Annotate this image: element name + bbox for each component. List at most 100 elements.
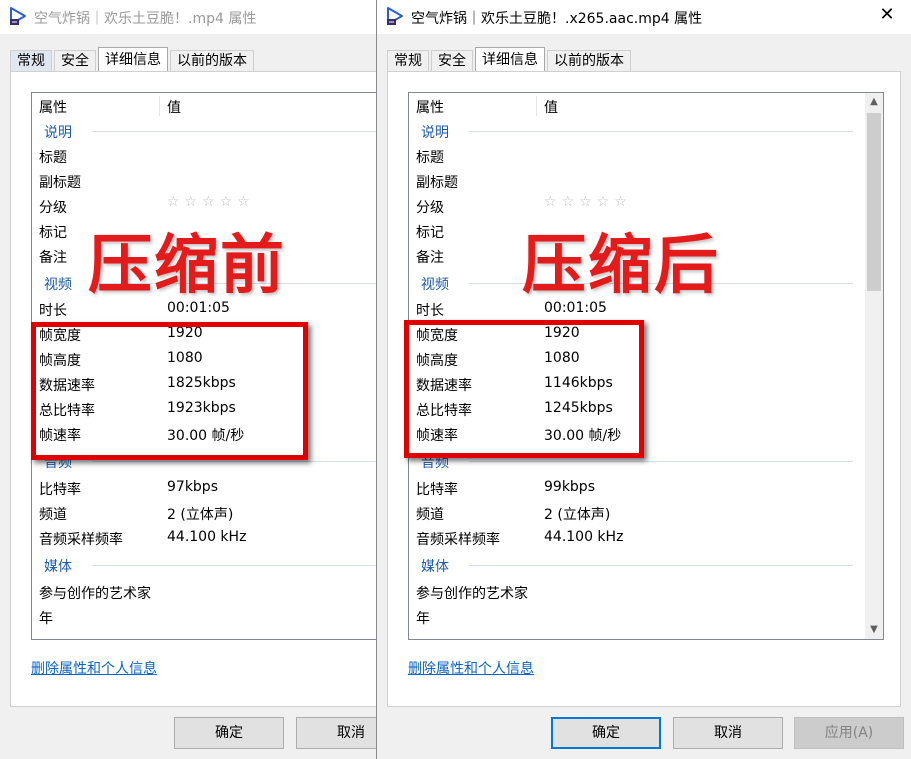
list-item[interactable]: 频道 2 (立体声) — [32, 501, 372, 526]
list-item[interactable]: 参与创作的艺术家 — [409, 580, 749, 605]
property-name: 备注 — [416, 250, 444, 266]
property-name: 备注 — [39, 250, 67, 266]
property-name: 标题 — [39, 150, 67, 166]
property-name: 音频采样频率 — [39, 532, 123, 548]
group-divider — [469, 461, 853, 462]
apply-button[interactable]: 应用(A) — [794, 717, 904, 749]
column-header-value[interactable]: 值 — [167, 97, 181, 117]
tab-details[interactable]: 详细信息 — [475, 47, 545, 73]
scroll-up-icon[interactable]: ▲ — [865, 93, 883, 111]
property-name: 分级 — [39, 200, 67, 216]
column-header-property[interactable]: 属性 — [39, 97, 67, 117]
property-name: 音频采样频率 — [416, 532, 500, 548]
group-divider — [92, 565, 376, 566]
highlight-box-before — [31, 322, 308, 460]
tab-strip: 常规 安全 详细信息 以前的版本 — [10, 46, 256, 73]
video-file-icon — [387, 7, 403, 25]
window-title: 空气炸锅｜欢乐土豆脆！.x265.aac.mp4 属性 — [411, 11, 703, 27]
list-item[interactable]: 副标题 — [32, 169, 372, 194]
group-label: 说明 — [44, 122, 76, 142]
property-name: 副标题 — [416, 175, 458, 191]
property-name: 标记 — [416, 225, 444, 241]
remove-properties-link[interactable]: 删除属性和个人信息 — [408, 658, 534, 678]
group-divider — [92, 461, 376, 462]
column-divider[interactable] — [159, 96, 160, 116]
tab-previous-versions[interactable]: 以前的版本 — [170, 50, 254, 72]
group-label: 媒体 — [421, 556, 453, 576]
group-description: 说明 — [32, 119, 376, 143]
property-value: 2 (立体声) — [544, 507, 611, 523]
rating-stars-icon[interactable]: ☆☆☆☆☆ — [167, 194, 255, 210]
property-name: 标题 — [416, 150, 444, 166]
list-item[interactable]: 标题 — [409, 144, 749, 169]
scroll-thumb[interactable] — [867, 113, 881, 291]
list-item[interactable]: 频道 2 (立体声) — [409, 501, 749, 526]
remove-properties-link[interactable]: 删除属性和个人信息 — [31, 658, 157, 678]
property-name: 年 — [416, 611, 430, 627]
property-value: 2 (立体声) — [167, 507, 234, 523]
property-name: 频道 — [39, 507, 67, 523]
group-label: 视频 — [421, 274, 453, 294]
tab-security[interactable]: 安全 — [431, 50, 473, 72]
highlight-box-after — [404, 320, 644, 458]
group-media: 媒体 — [32, 553, 376, 577]
property-name: 副标题 — [39, 175, 81, 191]
group-divider — [469, 131, 853, 132]
property-name: 时长 — [416, 303, 444, 319]
list-item[interactable]: 副标题 — [409, 169, 749, 194]
group-media: 媒体 — [409, 553, 883, 577]
list-item[interactable]: 比特率 97kbps — [32, 476, 372, 501]
overlay-label-before: 压缩前 — [88, 228, 286, 303]
column-header-property[interactable]: 属性 — [416, 97, 444, 117]
list-item[interactable]: 标题 — [32, 144, 372, 169]
property-name: 年 — [39, 611, 53, 627]
tab-strip: 常规 安全 详细信息 以前的版本 — [387, 46, 633, 73]
tab-details[interactable]: 详细信息 — [98, 47, 168, 73]
property-name: 时长 — [39, 303, 67, 319]
list-header: 属性 值 — [409, 93, 883, 117]
list-item[interactable]: 年 — [409, 605, 749, 630]
column-divider[interactable] — [536, 96, 537, 116]
cancel-button[interactable]: 取消 — [673, 717, 783, 749]
title-bar[interactable]: 空气炸锅｜欢乐土豆脆！.x265.aac.mp4 属性 ✕ — [377, 0, 911, 34]
property-name: 比特率 — [39, 482, 81, 498]
list-item[interactable]: 参与创作的艺术家 — [32, 580, 372, 605]
vertical-scrollbar[interactable]: ▲ ▼ — [865, 93, 883, 639]
tab-previous-versions[interactable]: 以前的版本 — [547, 50, 631, 72]
group-divider — [92, 131, 376, 132]
property-value: 44.100 kHz — [544, 529, 624, 545]
list-item[interactable]: 音频采样频率 44.100 kHz — [409, 526, 749, 551]
tab-security[interactable]: 安全 — [54, 50, 96, 72]
group-description: 说明 — [409, 119, 883, 143]
group-label: 视频 — [44, 274, 76, 294]
cancel-button[interactable]: 取消 — [296, 717, 376, 749]
scroll-down-icon[interactable]: ▼ — [865, 621, 883, 639]
title-bar[interactable]: 空气炸锅｜欢乐土豆脆！.mp4 属性 — [0, 0, 376, 34]
tab-general[interactable]: 常规 — [10, 50, 52, 72]
property-name: 参与创作的艺术家 — [416, 586, 528, 602]
property-name: 比特率 — [416, 482, 458, 498]
column-header-value[interactable]: 值 — [544, 97, 558, 117]
window-title: 空气炸锅｜欢乐土豆脆！.mp4 属性 — [34, 11, 257, 27]
property-name: 标记 — [39, 225, 67, 241]
list-item[interactable]: 音频采样频率 44.100 kHz — [32, 526, 372, 551]
property-name: 频道 — [416, 507, 444, 523]
property-name: 分级 — [416, 200, 444, 216]
ok-button[interactable]: 确定 — [174, 717, 284, 749]
tab-general[interactable]: 常规 — [387, 50, 429, 72]
video-file-icon — [10, 7, 26, 25]
group-label: 说明 — [421, 122, 453, 142]
list-item[interactable]: 年 — [32, 605, 372, 630]
overlay-label-after: 压缩后 — [522, 228, 720, 303]
rating-stars-icon[interactable]: ☆☆☆☆☆ — [544, 194, 632, 210]
group-label: 媒体 — [44, 556, 76, 576]
list-header: 属性 值 — [32, 93, 376, 117]
property-name: 参与创作的艺术家 — [39, 586, 151, 602]
property-value: 97kbps — [167, 479, 218, 495]
ok-button[interactable]: 确定 — [551, 717, 661, 749]
list-item[interactable]: 比特率 99kbps — [409, 476, 749, 501]
property-value: 44.100 kHz — [167, 529, 247, 545]
property-value: 99kbps — [544, 479, 595, 495]
group-divider — [469, 565, 853, 566]
close-icon[interactable]: ✕ — [875, 3, 899, 27]
